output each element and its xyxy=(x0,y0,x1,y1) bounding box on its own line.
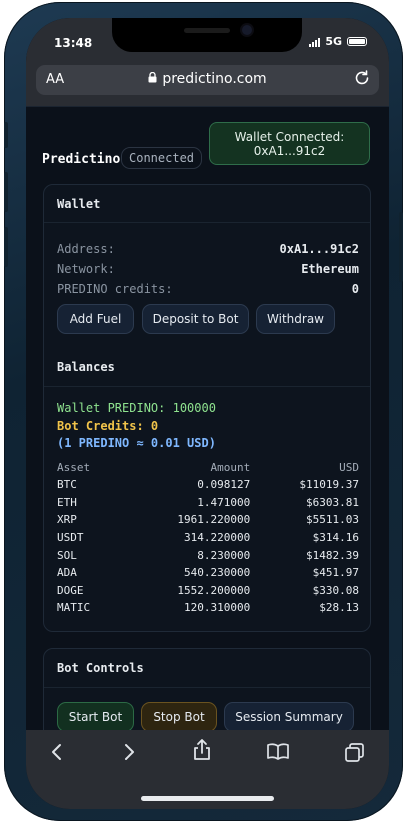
table-row: MATIC 120.310000 $28.13 xyxy=(57,599,359,617)
wallet-card: Wallet Address: 0xA1...91c2 Network: Eth… xyxy=(43,184,371,632)
power-button xyxy=(399,212,403,282)
table-row: DOGE 1552.200000 $330.08 xyxy=(57,582,359,600)
lock-icon xyxy=(148,71,157,86)
brand-name: Predictino xyxy=(42,152,121,167)
page-content: Predictino Connected Wallet Connected: 0… xyxy=(26,106,389,730)
volume-down-button xyxy=(4,227,8,267)
credits-value: 0 xyxy=(351,282,359,296)
amount-cell: 8.230000 xyxy=(197,548,251,562)
usd-cell: $314.16 xyxy=(312,531,359,545)
asset-cell: ADA xyxy=(57,566,77,580)
col-amount: Amount xyxy=(210,461,251,474)
withdraw-button[interactable]: Withdraw xyxy=(256,304,335,334)
credits-row: PREDINO credits: 0 xyxy=(57,282,359,296)
col-usd: USD xyxy=(339,461,359,474)
notch xyxy=(112,18,302,52)
address-value: 0xA1...91c2 xyxy=(279,242,359,256)
balances-header-row: Asset Amount USD xyxy=(57,459,359,476)
tabs-icon[interactable] xyxy=(340,742,370,769)
amount-cell: 1.471000 xyxy=(197,495,251,509)
asset-cell: BTC xyxy=(57,478,77,492)
phone-screen: 13:48 5G AA predictino.com Predictino Co… xyxy=(26,18,389,809)
front-camera xyxy=(242,25,252,35)
asset-cell: XRP xyxy=(57,513,77,527)
bot-controls-card: Bot Controls Start Bot Stop Bot Session … xyxy=(43,648,371,730)
wallet-button-line1: Wallet Connected: xyxy=(234,130,345,144)
session-summary-button[interactable]: Session Summary xyxy=(224,702,354,730)
asset-cell: DOGE xyxy=(57,583,84,597)
wallet-divider xyxy=(44,222,370,223)
stop-bot-button[interactable]: Stop Bot xyxy=(141,702,217,730)
phone-frame: 13:48 5G AA predictino.com Predictino Co… xyxy=(4,2,403,821)
wallet-title: Wallet xyxy=(57,197,101,211)
table-row: ETH 1.471000 $6303.81 xyxy=(57,494,359,512)
balances-title: Balances xyxy=(57,360,115,374)
url-display[interactable]: predictino.com xyxy=(36,71,379,87)
usd-cell: $28.13 xyxy=(319,601,359,615)
status-indicators: 5G xyxy=(309,35,367,48)
table-row: ADA 540.230000 $451.97 xyxy=(57,564,359,582)
network-type: 5G xyxy=(325,35,342,48)
deposit-to-bot-button[interactable]: Deposit to Bot xyxy=(142,304,249,334)
wallet-predino-balance: Wallet PREDINO: 100000 xyxy=(57,401,216,415)
usd-cell: $330.08 xyxy=(312,583,359,597)
content-divider xyxy=(26,106,389,107)
home-indicator xyxy=(141,796,274,801)
address-bar[interactable]: AA predictino.com xyxy=(36,65,379,95)
bot-credits-balance: Bot Credits: 0 xyxy=(57,419,159,433)
table-row: SOL 8.230000 $1482.39 xyxy=(57,546,359,564)
asset-cell: SOL xyxy=(57,548,77,562)
volume-up-button xyxy=(4,172,8,212)
address-label: Address: xyxy=(57,242,115,256)
credits-label: PREDINO credits: xyxy=(57,282,173,296)
network-value: Ethereum xyxy=(301,262,359,276)
asset-cell: MATIC xyxy=(57,601,91,615)
browser-address-area: AA predictino.com xyxy=(26,62,389,106)
share-icon[interactable] xyxy=(187,738,217,767)
start-bot-button[interactable]: Start Bot xyxy=(57,702,134,730)
add-fuel-button[interactable]: Add Fuel xyxy=(57,304,134,334)
network-label: Network: xyxy=(57,262,115,276)
usd-cell: $451.97 xyxy=(312,566,359,580)
browser-toolbar xyxy=(26,730,389,809)
signal-icon xyxy=(309,37,321,47)
balances-table: Asset Amount USD BTC 0.098127 $11019.37 ET… xyxy=(57,459,359,617)
col-asset: Asset xyxy=(57,461,91,474)
balances-divider xyxy=(44,386,370,387)
mute-switch xyxy=(4,122,8,148)
usd-cell: $11019.37 xyxy=(299,478,359,492)
usd-cell: $6303.81 xyxy=(306,495,359,509)
wallet-button-line2: 0xA1...91c2 xyxy=(253,144,326,158)
amount-cell: 1552.200000 xyxy=(177,583,251,597)
bookmarks-icon[interactable] xyxy=(263,742,293,767)
amount-cell: 1961.220000 xyxy=(177,513,251,527)
amount-cell: 120.310000 xyxy=(184,601,251,615)
asset-cell: ETH xyxy=(57,495,77,509)
asset-cell: USDT xyxy=(57,531,84,545)
reload-icon[interactable] xyxy=(353,69,371,92)
bot-controls-divider xyxy=(44,687,370,688)
amount-cell: 0.098127 xyxy=(197,478,251,492)
usd-cell: $1482.39 xyxy=(306,548,359,562)
usd-cell: $5511.03 xyxy=(306,513,359,527)
connection-status-badge: Connected xyxy=(121,147,203,169)
forward-icon[interactable] xyxy=(114,742,144,767)
network-row: Network: Ethereum xyxy=(57,262,359,276)
battery-icon xyxy=(347,37,367,46)
speaker-grille xyxy=(184,28,230,33)
table-row: USDT 314.220000 $314.16 xyxy=(57,529,359,547)
predino-rate: (1 PREDINO ≈ 0.01 USD) xyxy=(57,436,216,450)
status-time: 13:48 xyxy=(54,36,93,50)
amount-cell: 540.230000 xyxy=(184,566,251,580)
amount-cell: 314.220000 xyxy=(184,531,251,545)
bot-controls-title: Bot Controls xyxy=(57,661,144,675)
url-text: predictino.com xyxy=(162,71,267,87)
wallet-connected-button[interactable]: Wallet Connected: 0xA1...91c2 xyxy=(209,122,370,165)
table-row: XRP 1961.220000 $5511.03 xyxy=(57,511,359,529)
table-row: BTC 0.098127 $11019.37 xyxy=(57,476,359,494)
back-icon[interactable] xyxy=(42,742,72,767)
address-row: Address: 0xA1...91c2 xyxy=(57,242,359,256)
